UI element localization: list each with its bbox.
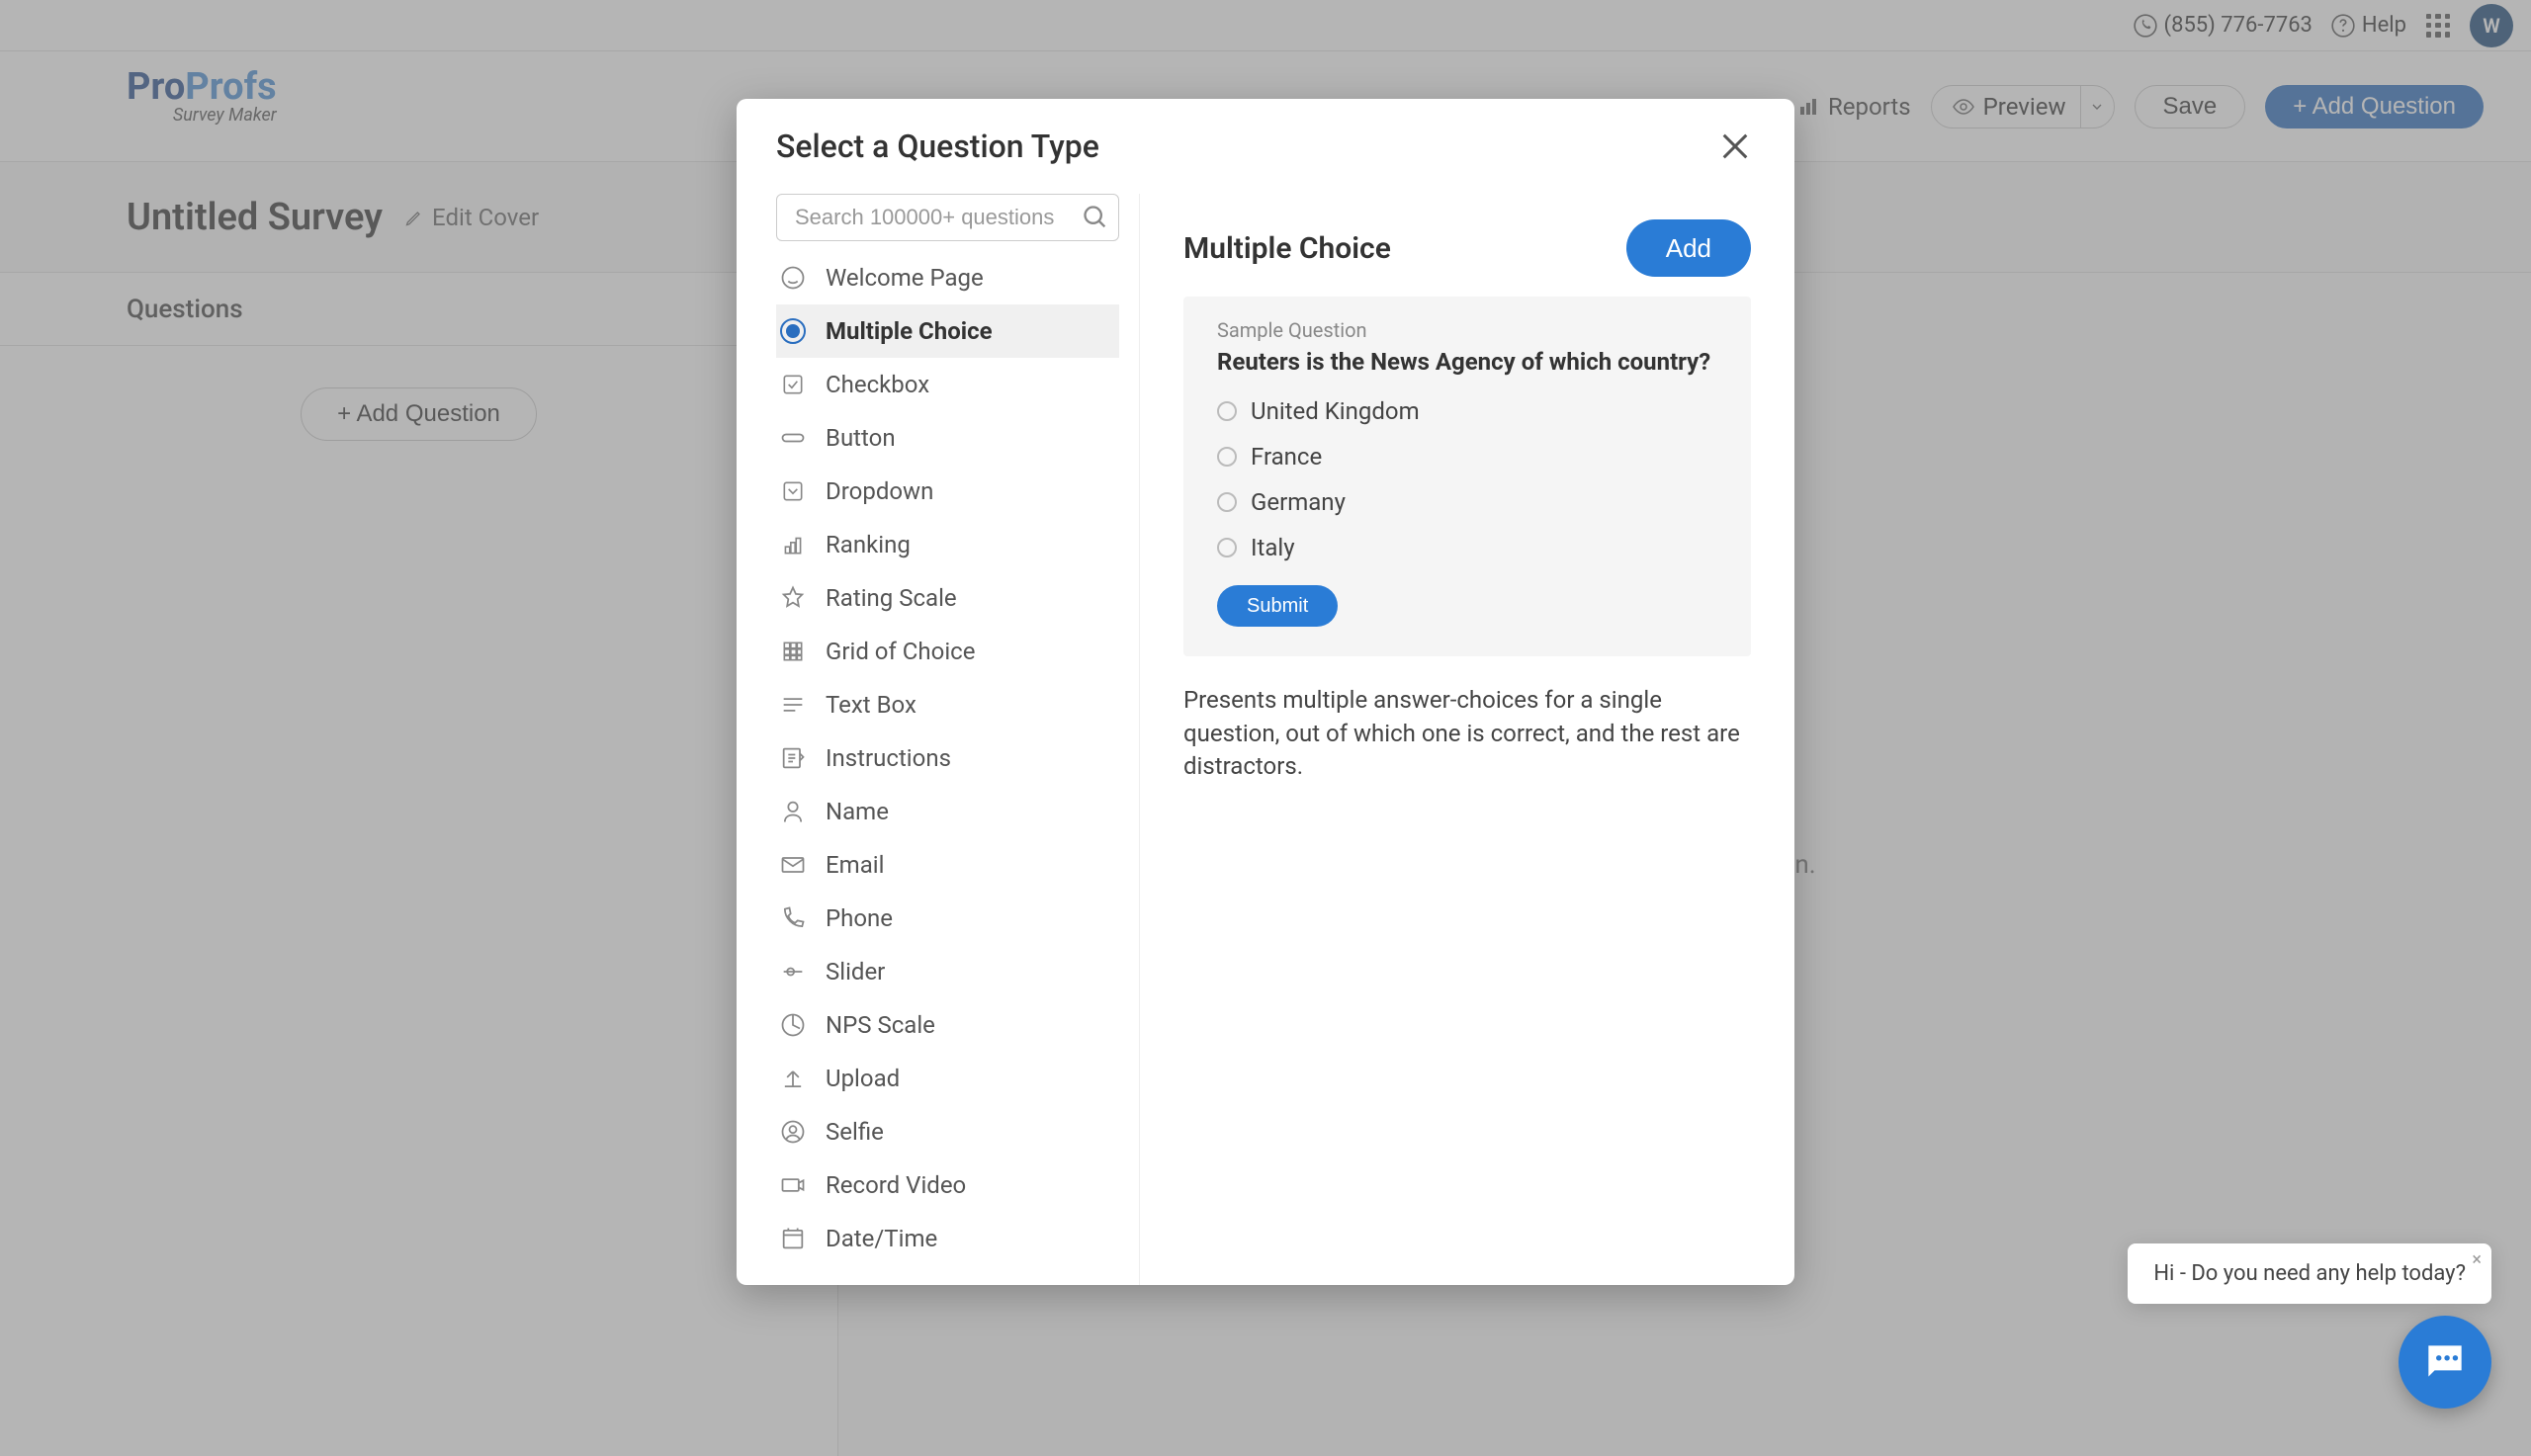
type-item-phone[interactable]: Phone	[776, 892, 1119, 945]
type-item-label: Record Video	[826, 1171, 966, 1199]
search-icon[interactable]	[1082, 204, 1109, 231]
type-item-dropdown[interactable]: Dropdown	[776, 465, 1119, 518]
sample-submit-button: Submit	[1217, 585, 1338, 627]
grid-of-choice-icon	[778, 637, 808, 666]
email-icon	[778, 850, 808, 880]
welcome-page-icon	[778, 263, 808, 293]
add-type-button[interactable]: Add	[1626, 219, 1751, 277]
phone-icon	[778, 903, 808, 933]
text-box-icon	[778, 690, 808, 720]
chat-tooltip-close[interactable]: ×	[2472, 1249, 2482, 1270]
type-item-label: Name	[826, 798, 889, 825]
type-item-email[interactable]: Email	[776, 838, 1119, 892]
type-item-selfie[interactable]: Selfie	[776, 1105, 1119, 1158]
checkbox-icon	[778, 370, 808, 399]
type-item-label: NPS Scale	[826, 1011, 935, 1039]
type-item-label: Slider	[826, 958, 885, 985]
type-item-label: Instructions	[826, 744, 951, 772]
rating-scale-icon	[778, 583, 808, 613]
radio-icon	[1217, 492, 1237, 512]
instructions-icon	[778, 743, 808, 773]
chat-tooltip-text: Hi - Do you need any help today?	[2153, 1261, 2466, 1286]
radio-icon	[1217, 447, 1237, 467]
type-item-label: Selfie	[826, 1118, 884, 1146]
type-item-slider[interactable]: Slider	[776, 945, 1119, 998]
slider-icon	[778, 957, 808, 986]
type-item-multiple-choice[interactable]: Multiple Choice	[776, 304, 1119, 358]
type-item-label: Ranking	[826, 531, 911, 558]
type-item-label: Dropdown	[826, 477, 933, 505]
type-item-label: Date/Time	[826, 1225, 937, 1252]
type-item-date-time[interactable]: Date/Time	[776, 1212, 1119, 1265]
type-item-label: Phone	[826, 904, 893, 932]
type-item-nps-scale[interactable]: NPS Scale	[776, 998, 1119, 1052]
selfie-icon	[778, 1117, 808, 1147]
question-type-modal: Select a Question Type Welcome Page Multi…	[737, 99, 1794, 1285]
sample-option: Italy	[1217, 534, 1717, 561]
type-item-checkbox[interactable]: Checkbox	[776, 358, 1119, 411]
chat-tooltip: × Hi - Do you need any help today?	[2128, 1243, 2491, 1304]
type-item-label: Rating Scale	[826, 584, 957, 612]
sample-option: Germany	[1217, 488, 1717, 516]
type-item-label: Multiple Choice	[826, 317, 993, 345]
name-icon	[778, 797, 808, 826]
type-item-label: Button	[826, 424, 896, 452]
ranking-icon	[778, 530, 808, 559]
modal-header: Select a Question Type	[737, 99, 1794, 194]
sample-question-card: Sample Question Reuters is the News Agen…	[1183, 297, 1751, 656]
sample-option: United Kingdom	[1217, 397, 1717, 425]
type-item-label: Grid of Choice	[826, 638, 975, 665]
record-video-icon	[778, 1170, 808, 1200]
nps-scale-icon	[778, 1010, 808, 1040]
type-item-label: Upload	[826, 1065, 900, 1092]
type-item-label: Email	[826, 851, 884, 879]
type-item-label: Checkbox	[826, 371, 929, 398]
question-search-input[interactable]	[776, 194, 1119, 241]
type-item-ranking[interactable]: Ranking	[776, 518, 1119, 571]
type-item-grid-of-choice[interactable]: Grid of Choice	[776, 625, 1119, 678]
sample-question: Reuters is the News Agency of which coun…	[1217, 348, 1717, 376]
modal-overlay[interactable]: Select a Question Type Welcome Page Multi…	[0, 0, 2531, 1456]
dropdown-icon	[778, 476, 808, 506]
modal-title: Select a Question Type	[776, 128, 1099, 165]
type-item-record-video[interactable]: Record Video	[776, 1158, 1119, 1212]
type-item-name[interactable]: Name	[776, 785, 1119, 838]
date-time-icon	[778, 1224, 808, 1253]
type-item-label: Text Box	[826, 691, 916, 719]
multiple-choice-icon	[778, 316, 808, 346]
type-description: Presents multiple answer-choices for a s…	[1183, 684, 1751, 784]
type-item-button[interactable]: Button	[776, 411, 1119, 465]
radio-icon	[1217, 538, 1237, 557]
modal-close-button[interactable]	[1715, 127, 1755, 166]
type-list-panel: Welcome Page Multiple Choice Checkbox Butto…	[737, 194, 1140, 1285]
type-item-welcome-page[interactable]: Welcome Page	[776, 251, 1119, 304]
type-item-instructions[interactable]: Instructions	[776, 731, 1119, 785]
upload-icon	[778, 1064, 808, 1093]
chat-launcher[interactable]	[2399, 1316, 2491, 1409]
question-type-list: Welcome Page Multiple Choice Checkbox Butto…	[776, 251, 1119, 1265]
type-item-rating-scale[interactable]: Rating Scale	[776, 571, 1119, 625]
sample-option-label: United Kingdom	[1251, 397, 1420, 425]
radio-icon	[1217, 401, 1237, 421]
sample-option-label: Germany	[1251, 488, 1346, 516]
sample-option-label: France	[1251, 443, 1322, 471]
type-item-upload[interactable]: Upload	[776, 1052, 1119, 1105]
button-icon	[778, 423, 808, 453]
chat-icon	[2420, 1337, 2470, 1387]
preview-type-name: Multiple Choice	[1183, 231, 1391, 266]
sample-label: Sample Question	[1217, 318, 1717, 342]
type-preview-panel: Multiple Choice Add Sample Question Reut…	[1140, 194, 1794, 1285]
sample-option: France	[1217, 443, 1717, 471]
sample-option-label: Italy	[1251, 534, 1295, 561]
type-item-text-box[interactable]: Text Box	[776, 678, 1119, 731]
type-item-label: Welcome Page	[826, 264, 984, 292]
